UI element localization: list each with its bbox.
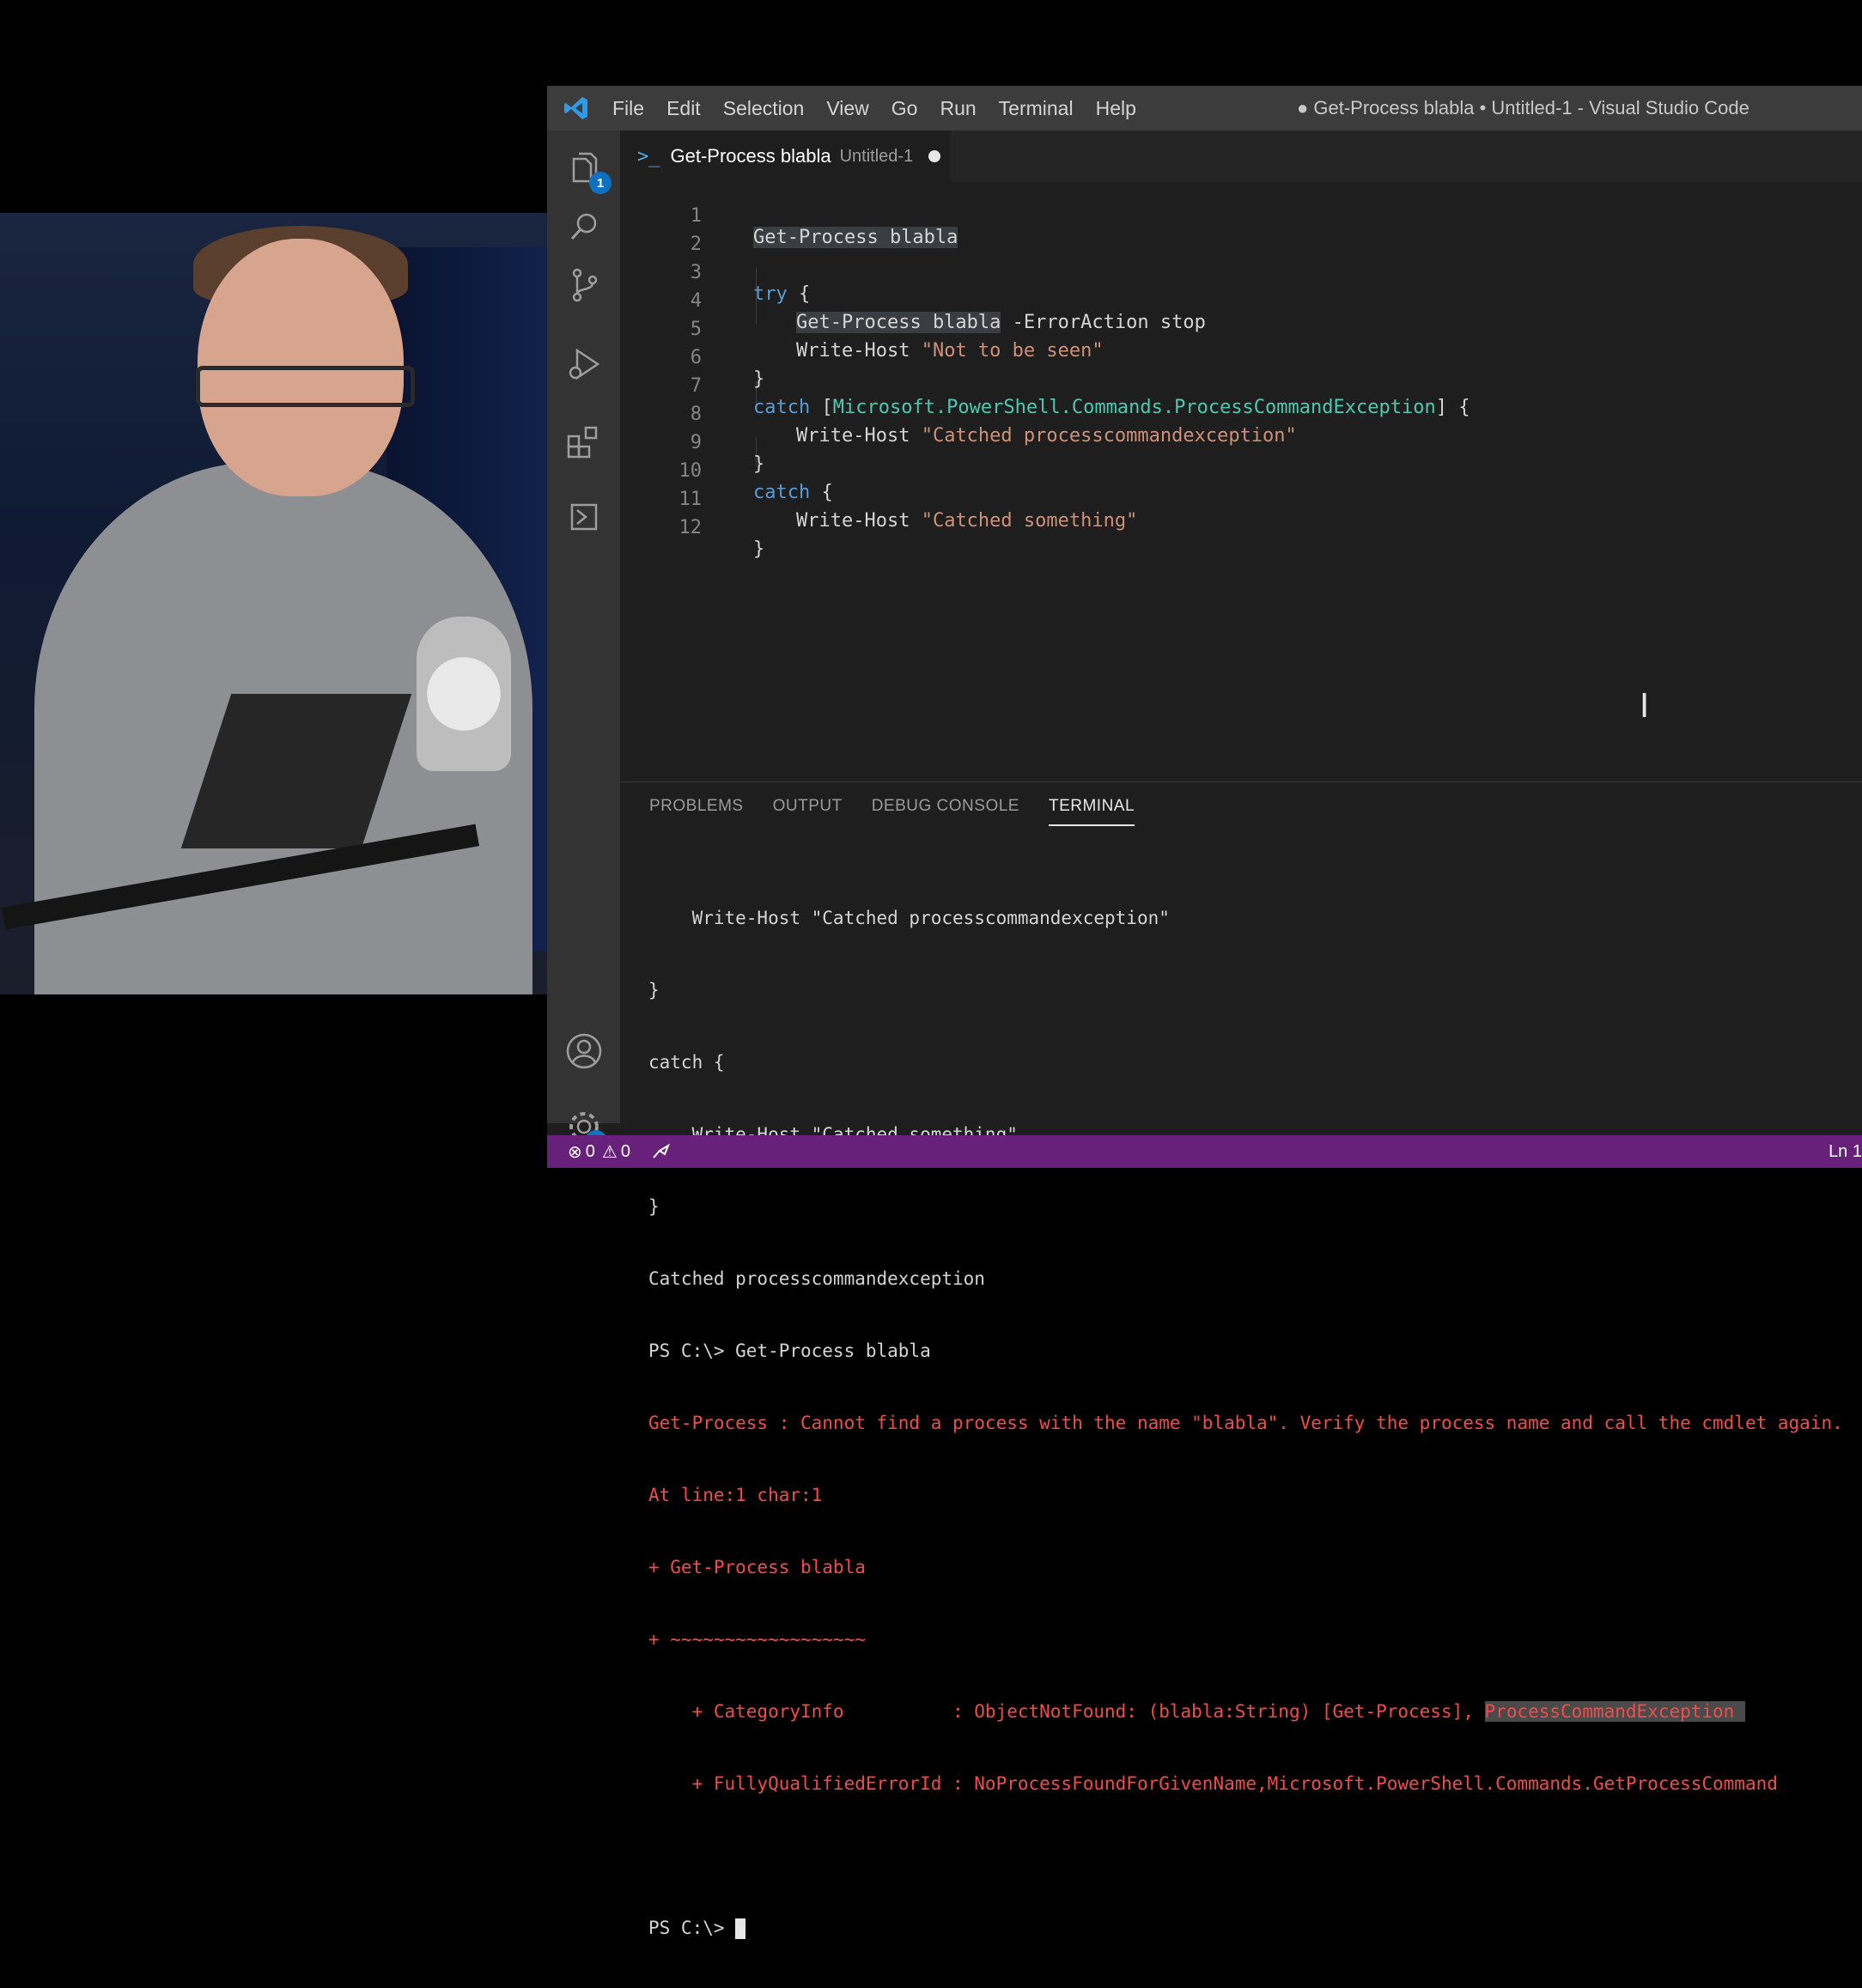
code-line: 3 try { — [620, 240, 1862, 305]
code-line: 4 Get-Process blabla -ErrorAction stop — [620, 269, 1862, 333]
code-line: 7 catch [Microsoft.PowerShell.Commands.P… — [620, 354, 1862, 418]
extensions-icon[interactable] — [547, 407, 620, 476]
tab-untitled-1[interactable]: >_ Get-Process blabla Untitled-1 — [620, 131, 951, 182]
menu-file[interactable]: File — [612, 97, 644, 120]
terminal-line: Write-Host "Catched processcommandexcept… — [648, 908, 1170, 928]
problems-status[interactable]: ⊗ 0 ⚠ 0 — [568, 1141, 630, 1163]
source-control-icon[interactable] — [547, 251, 620, 319]
status-bar: ⊗ 0 ⚠ 0 Ln 1 — [547, 1135, 1862, 1168]
window-title: ● Get-Process blabla • Untitled-1 - Visu… — [1297, 97, 1749, 119]
terminal-error-line: Get-Process : Cannot find a process with… — [648, 1413, 1843, 1433]
presenter-glasses — [196, 366, 415, 407]
bottom-panel: PROBLEMS OUTPUT DEBUG CONSOLE TERMINAL W… — [620, 781, 1862, 1939]
line-number: 12 — [678, 517, 703, 538]
vscode-window: File Edit Selection View Go Run Terminal… — [547, 86, 1862, 1939]
tab-problems[interactable]: PROBLEMS — [649, 797, 744, 816]
terminal-prompt: PS C:\> — [648, 1918, 736, 1938]
editor-tab-bar: >_ Get-Process blabla Untitled-1 — [620, 131, 1862, 182]
code-line: 6 } — [620, 325, 1862, 390]
tab-description: Untitled-1 — [839, 146, 914, 166]
terminal-prompt-line[interactable]: PS C:\> — [648, 1916, 1843, 1940]
code-line: 1 Get-Process blabla — [620, 184, 1862, 248]
warning-count: 0 — [620, 1141, 630, 1161]
live-share-icon[interactable] — [651, 1142, 672, 1161]
powershell-file-icon: >_ — [637, 145, 660, 167]
terminal-error-line: + ~~~~~~~~~~~~~~~~~~ — [648, 1629, 866, 1650]
code-line: 2 — [620, 212, 1862, 255]
unsaved-dot-icon[interactable] — [928, 150, 941, 162]
error-icon: ⊗ — [568, 1142, 582, 1162]
code-line: 9 } — [620, 410, 1862, 475]
code-line: 11 Write-Host "Catched something" — [620, 467, 1862, 532]
menu-edit[interactable]: Edit — [666, 97, 701, 120]
terminal-cursor — [735, 1918, 746, 1939]
menu-view[interactable]: View — [826, 97, 868, 120]
terminal-line: } — [648, 1196, 660, 1217]
code-text: } — [753, 538, 765, 560]
error-category-info: + CategoryInfo : ObjectNotFound: (blabla… — [648, 1701, 1485, 1722]
terminal-line: PS C:\> Get-Process blabla — [648, 1341, 931, 1361]
webcam-video — [0, 213, 550, 994]
panel-tabs: PROBLEMS OUTPUT DEBUG CONSOLE TERMINAL — [620, 782, 1862, 830]
tab-terminal[interactable]: TERMINAL — [1048, 797, 1135, 826]
menu-terminal[interactable]: Terminal — [999, 97, 1074, 120]
terminal-line: } — [648, 980, 660, 1000]
tab-debug-console[interactable]: DEBUG CONSOLE — [872, 797, 1019, 816]
code-line: 12 } — [620, 495, 1862, 560]
tab-title: Get-Process blabla — [670, 145, 831, 167]
mouse-ibeam-cursor-icon: I — [1640, 687, 1650, 725]
warning-icon: ⚠ — [601, 1142, 618, 1162]
code-line: 5 Write-Host "Not to be seen" — [620, 297, 1862, 362]
error-count: 0 — [585, 1141, 595, 1161]
menu-help[interactable]: Help — [1096, 97, 1136, 120]
terminal-error-line: + FullyQualifiedErrorId : NoProcessFound… — [648, 1773, 1778, 1794]
explorer-badge: 1 — [589, 172, 612, 194]
run-debug-icon[interactable] — [547, 330, 620, 398]
tab-output[interactable]: OUTPUT — [773, 797, 843, 816]
terminal-line: catch { — [648, 1052, 725, 1073]
terminal-error-line: At line:1 char:1 — [648, 1485, 823, 1505]
code-editor[interactable]: 1 Get-Process blabla 2 3 try { 4 Get-Pro… — [620, 182, 1862, 781]
title-bar: File Edit Selection View Go Run Terminal… — [547, 86, 1862, 131]
cursor-position[interactable]: Ln 1 — [1829, 1135, 1862, 1168]
terminal-line: Catched processcommandexception — [648, 1268, 985, 1289]
menu-go[interactable]: Go — [891, 97, 918, 120]
activity-bar: 1 1 — [547, 131, 620, 1152]
powershell-icon[interactable] — [547, 483, 620, 551]
account-icon[interactable] — [547, 1017, 620, 1085]
terminal-error-line: + CategoryInfo : ObjectNotFound: (blabla… — [648, 1699, 1843, 1724]
terminal-output[interactable]: Write-Host "Catched processcommandexcept… — [648, 858, 1843, 1988]
menu-selection[interactable]: Selection — [723, 97, 805, 120]
highlighted-exception: ProcessCommandException — [1484, 1701, 1745, 1722]
microphone — [417, 617, 511, 771]
terminal-error-line: + Get-Process blabla — [648, 1557, 866, 1578]
code-line: 10 catch { — [620, 439, 1862, 503]
menu-run[interactable]: Run — [940, 97, 976, 120]
vscode-logo-icon — [559, 91, 593, 125]
code-line: 8 Write-Host "Catched processcommandexce… — [620, 382, 1862, 447]
